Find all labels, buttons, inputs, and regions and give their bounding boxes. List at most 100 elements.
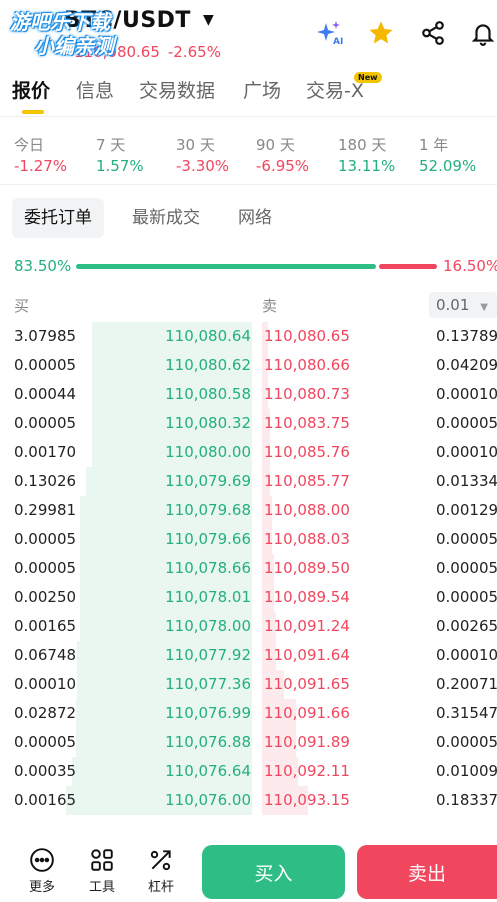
new-badge: New	[354, 72, 382, 83]
tab-trading-data[interactable]: 交易数据	[139, 76, 215, 103]
bid-price: 110,076.99	[165, 704, 251, 722]
ask-header: 卖	[262, 297, 278, 315]
tools-label: 工具	[88, 880, 115, 895]
perf-today: 今日 -1.27%	[14, 134, 67, 175]
bid-qty: 3.07985	[14, 327, 77, 345]
orderbook-row[interactable]: 3.07985 110,080.64 110,080.65 0.13789	[0, 322, 497, 351]
bottom-action-bar: 更多 工具 杠杆 买入 卖出	[0, 830, 497, 902]
bid-qty: 0.00005	[14, 733, 77, 751]
active-tab-indicator	[22, 110, 44, 114]
watermark-line2: 小编亲测	[34, 34, 114, 58]
tabs-divider	[0, 116, 497, 117]
ask-qty: 0.01009	[436, 762, 497, 780]
ask-price: 110,088.03	[264, 530, 350, 548]
bid-qty: 0.02872	[14, 704, 77, 722]
orderbook-row[interactable]: 0.13026 110,079.69 110,085.77 0.01334	[0, 467, 497, 496]
buy-button[interactable]: 买入	[202, 845, 345, 899]
star-icon[interactable]	[366, 18, 396, 48]
sell-ratio-bar	[379, 264, 437, 269]
ask-qty: 0.00010	[436, 443, 497, 461]
leverage-button[interactable]: 杠杆	[141, 846, 181, 895]
perf-90d: 90 天 -6.95%	[256, 134, 309, 175]
bid-qty: 0.00170	[14, 443, 77, 461]
precision-select[interactable]: 0.01 ▼	[429, 292, 497, 318]
order-book: 3.07985 110,080.64 110,080.65 0.13789 0.…	[0, 322, 497, 830]
ask-qty: 0.31547	[436, 704, 497, 722]
ask-price: 110,093.15	[264, 791, 350, 809]
ask-qty: 0.00265	[436, 617, 497, 635]
ask-qty: 0.00010	[436, 646, 497, 664]
more-label: 更多	[28, 880, 55, 895]
subtab-order-book[interactable]: 委托订单	[12, 198, 104, 238]
perf-label: 7 天	[96, 136, 126, 154]
ask-price: 110,089.54	[264, 588, 350, 606]
bid-price: 110,080.62	[165, 356, 251, 374]
orderbook-row[interactable]: 0.00250 110,078.01 110,089.54 0.00005	[0, 583, 497, 612]
ask-qty: 0.04209	[436, 356, 497, 374]
chevron-down-icon: ▼	[480, 302, 488, 313]
orderbook-row[interactable]: 0.00165 110,078.00 110,091.24 0.00265	[0, 612, 497, 641]
bell-icon[interactable]	[468, 18, 497, 48]
ask-price: 110,085.76	[264, 443, 350, 461]
ask-qty: 0.00010	[436, 385, 497, 403]
subtab-network[interactable]: 网络	[226, 198, 284, 238]
bid-price: 110,076.00	[165, 791, 251, 809]
bid-price: 110,080.32	[165, 414, 251, 432]
bid-price: 110,076.88	[165, 733, 251, 751]
ask-price: 110,085.77	[264, 472, 350, 490]
bid-qty: 0.00165	[14, 791, 77, 809]
ask-qty: 0.00005	[436, 559, 497, 577]
pair-dropdown-icon[interactable]: ▼	[203, 12, 214, 28]
share-icon[interactable]	[418, 18, 448, 48]
orderbook-row[interactable]: 0.00005 110,080.62 110,080.66 0.04209	[0, 351, 497, 380]
bid-qty: 0.00005	[14, 559, 77, 577]
bid-price: 110,078.01	[165, 588, 251, 606]
ask-price: 110,091.65	[264, 675, 350, 693]
tools-button[interactable]: 工具	[82, 846, 122, 895]
bid-price: 110,079.69	[165, 472, 251, 490]
tab-quote[interactable]: 报价	[12, 76, 50, 103]
orderbook-row[interactable]: 0.00005 110,078.66 110,089.50 0.00005	[0, 554, 497, 583]
orderbook-row[interactable]: 0.00170 110,080.00 110,085.76 0.00010	[0, 438, 497, 467]
perf-180d: 180 天 13.11%	[338, 134, 395, 175]
leverage-label: 杠杆	[147, 880, 174, 895]
ask-qty: 0.20071	[436, 675, 497, 693]
tools-grid-icon	[82, 846, 122, 874]
ask-qty: 0.13789	[436, 327, 497, 345]
orderbook-row[interactable]: 0.00005 110,076.88 110,091.89 0.00005	[0, 728, 497, 757]
perf-value: 52.09%	[419, 157, 477, 175]
bid-qty: 0.29981	[14, 501, 77, 519]
ai-sparkle-icon[interactable]: AI	[314, 18, 344, 48]
subtab-latest-trades[interactable]: 最新成交	[120, 198, 212, 238]
bid-price: 110,078.66	[165, 559, 251, 577]
perf-label: 30 天	[176, 136, 215, 154]
bid-price: 110,080.58	[165, 385, 251, 403]
tab-info[interactable]: 信息	[76, 76, 114, 103]
ask-price: 110,080.65	[264, 327, 350, 345]
orderbook-row[interactable]: 0.00165 110,076.00 110,093.15 0.18337	[0, 786, 497, 815]
orderbook-row[interactable]: 0.06748 110,077.92 110,091.64 0.00010	[0, 641, 497, 670]
precision-value: 0.01	[436, 296, 470, 314]
bid-price: 110,076.64	[165, 762, 251, 780]
perf-value: -1.27%	[14, 157, 68, 175]
sell-ratio: 16.50%	[443, 257, 497, 275]
orderbook-row[interactable]: 0.29981 110,079.68 110,088.00 0.00129	[0, 496, 497, 525]
sell-button[interactable]: 卖出	[357, 845, 497, 899]
perf-1y: 1 年 52.09%	[419, 134, 476, 175]
bid-price: 110,079.68	[165, 501, 251, 519]
tab-square[interactable]: 广场	[243, 76, 281, 103]
orderbook-row[interactable]: 0.00035 110,076.64 110,092.11 0.01009	[0, 757, 497, 786]
bid-price: 110,080.00	[165, 443, 251, 461]
orderbook-row[interactable]: 0.00005 110,080.32 110,083.75 0.00005	[0, 409, 497, 438]
more-button[interactable]: 更多	[22, 846, 62, 895]
orderbook-row[interactable]: 0.00005 110,079.66 110,088.03 0.00005	[0, 525, 497, 554]
bid-price: 110,077.36	[165, 675, 251, 693]
ask-qty: 0.00005	[436, 588, 497, 606]
ask-qty: 0.00005	[436, 530, 497, 548]
perf-label: 1 年	[419, 136, 449, 154]
orderbook-row[interactable]: 0.00010 110,077.36 110,091.65 0.20071	[0, 670, 497, 699]
orderbook-row[interactable]: 0.02872 110,076.99 110,091.66 0.31547	[0, 699, 497, 728]
bid-price: 110,077.92	[165, 646, 251, 664]
ask-price: 110,091.24	[264, 617, 350, 635]
orderbook-row[interactable]: 0.00044 110,080.58 110,080.73 0.00010	[0, 380, 497, 409]
